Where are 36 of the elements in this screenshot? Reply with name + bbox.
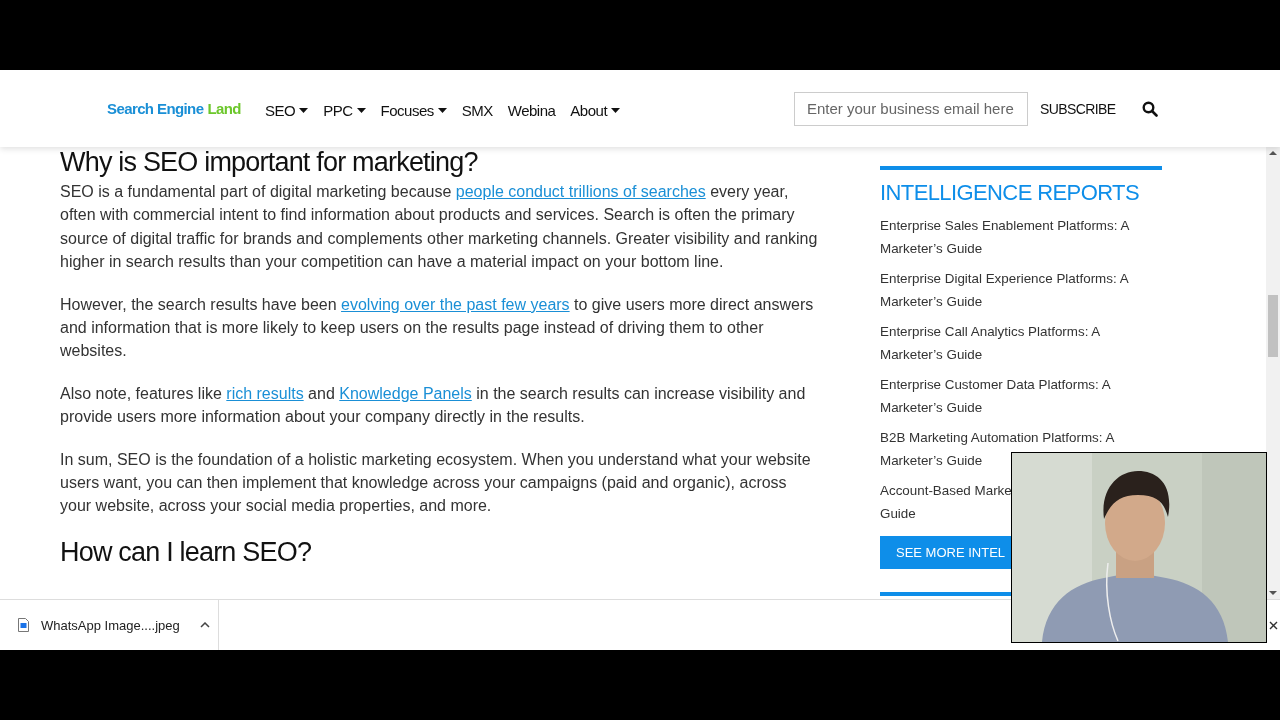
report-link[interactable]: Marketer’s Guide (880, 237, 983, 260)
inline-link[interactable]: evolving over the past few years (341, 295, 570, 313)
nav-link[interactable]: SMX (461, 102, 493, 119)
inline-link[interactable]: people conduct trillions of searches (455, 183, 706, 200)
report-link[interactable]: Marketer’s Guide (880, 290, 983, 313)
paragraph: However, the search results have been evolving over the past few years to give users more direct answers and information that is more likely to keep users on the results page instead of driving them to other websites. (60, 294, 815, 362)
nav-link[interactable]: About (570, 102, 621, 119)
report-link[interactable]: Marketer’s Guide (880, 396, 983, 419)
report-link[interactable]: Enterprise Digital Experience Platforms: A (880, 267, 1129, 290)
report-link[interactable]: Marketer’s Guide (880, 449, 983, 472)
file-icon (18, 618, 29, 632)
paragraph: SEO is a fundamental part of digital marketing because people conduct trillions of searches every year, often with commercial intent to find information about products and services. Search is often the primary source of digital traffic for brands and complements other marketing channels. Greater visibility and ranking higher in search results than your competition can have a material impact on your bottom line. (60, 182, 819, 273)
report-link[interactable]: Enterprise Sales Enablement Platforms: A (880, 214, 1130, 237)
scrollbar[interactable] (1266, 147, 1280, 599)
nav-link[interactable]: Webina (507, 102, 556, 119)
nav-link[interactable]: Focuses (380, 102, 447, 119)
email-field[interactable]: Enter your business email here (794, 91, 1028, 126)
article-heading: Why is SEO important for marketing? (60, 147, 479, 178)
section-heading: How can I learn SEO? (60, 536, 313, 568)
report-link[interactable]: Enterprise Customer Data Platforms: A (880, 373, 1111, 396)
close-icon[interactable] (1269, 620, 1278, 630)
download-name[interactable]: WhatsApp Image....jpeg (41, 617, 180, 633)
report-link[interactable]: Account-Based Marke (880, 479, 1012, 502)
report-link[interactable]: Guide (880, 502, 916, 525)
nav-link[interactable]: SEO (265, 102, 309, 119)
paragraph: Also note, features like rich results and Knowledge Panels in the search results can increase visibility and provide users more information about your company directly in the results. (60, 383, 807, 428)
sidebar-title: INTELLIGENCE REPORTS (880, 180, 1140, 206)
report-link[interactable]: Enterprise Call Analytics Platforms: A (880, 320, 1101, 343)
subscribe-button[interactable]: SUBSCRIBE (1040, 96, 1116, 121)
inline-link[interactable]: Knowledge Panels (339, 384, 472, 402)
logo-text[interactable]: Search Engine (107, 100, 204, 117)
report-link[interactable]: Marketer’s Guide (880, 343, 983, 366)
nav-link[interactable]: PPC (323, 102, 366, 119)
paragraph: In sum, SEO is the foundation of a holistic marketing ecosystem. When you understand what your website users want, you can then implement that knowledge across your campaigns (paid and organic), across your website, across your social media properties, and more. (60, 449, 812, 517)
inline-link[interactable]: rich results (226, 384, 304, 402)
report-link[interactable]: B2B Marketing Automation Platforms: A (880, 426, 1115, 449)
